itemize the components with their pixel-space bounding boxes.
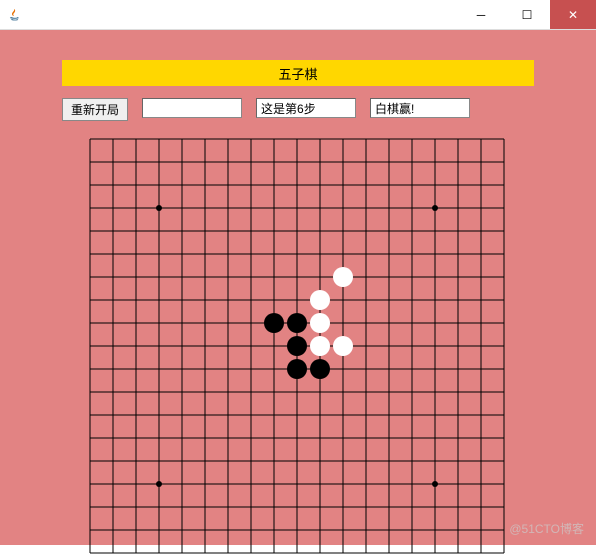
close-button[interactable]: ✕ — [550, 0, 596, 29]
white-stone — [333, 267, 353, 287]
window-controls: ─ ☐ ✕ — [458, 0, 596, 29]
restart-button[interactable]: 重新开局 — [62, 98, 128, 121]
minimize-button[interactable]: ─ — [458, 0, 504, 29]
star-point — [156, 481, 162, 487]
maximize-button[interactable]: ☐ — [504, 0, 550, 29]
watermark: @51CTO博客 — [509, 520, 584, 537]
game-title: 五子棋 — [278, 64, 317, 83]
black-stone — [287, 336, 307, 356]
black-stone — [287, 359, 307, 379]
star-point — [432, 205, 438, 211]
black-stone — [264, 313, 284, 333]
step-count-field[interactable]: 这是第6步 — [256, 98, 356, 118]
java-icon — [8, 7, 24, 23]
white-stone — [310, 290, 330, 310]
black-stone — [287, 313, 307, 333]
app-window: ─ ☐ ✕ 五子棋 重新开局 这是第6步 白棋赢! @51CTO博客 — [0, 0, 596, 545]
white-stone — [310, 313, 330, 333]
white-stone — [333, 336, 353, 356]
game-board[interactable] — [62, 129, 532, 559]
control-panel: 重新开局 这是第6步 白棋赢! — [62, 98, 534, 121]
game-title-bar: 五子棋 — [62, 60, 534, 86]
black-stone — [310, 359, 330, 379]
status-field-1[interactable] — [142, 98, 242, 118]
titlebar: ─ ☐ ✕ — [0, 0, 596, 30]
white-stone — [310, 336, 330, 356]
star-point — [432, 481, 438, 487]
winner-field[interactable]: 白棋赢! — [370, 98, 470, 118]
star-point — [156, 205, 162, 211]
